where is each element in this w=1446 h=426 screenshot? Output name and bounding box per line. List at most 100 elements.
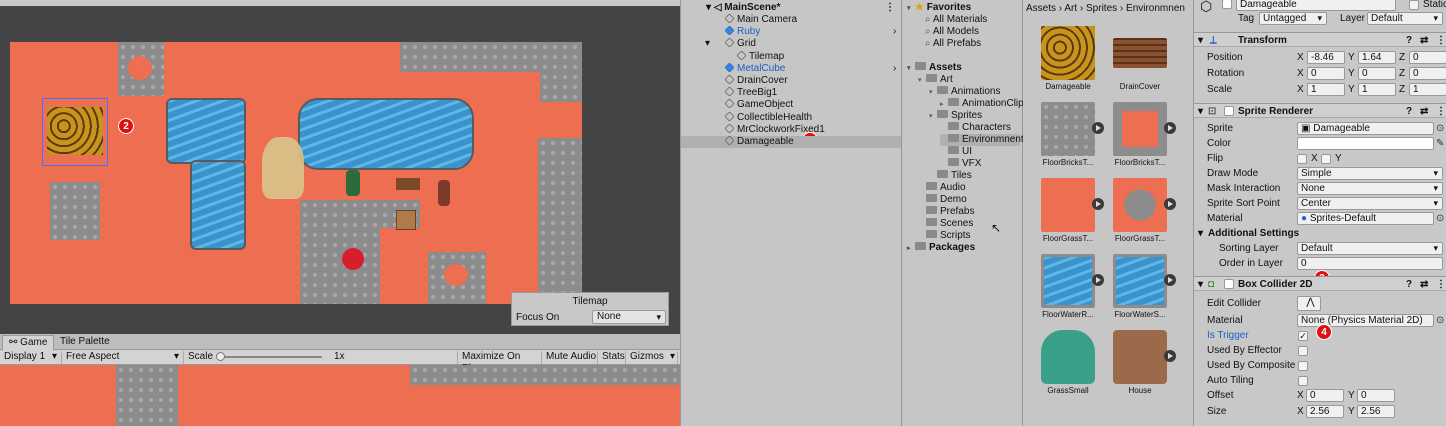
- used-by-composite-checkbox[interactable]: [1298, 361, 1308, 371]
- scale-slider-track[interactable]: [220, 356, 322, 358]
- chevron-right-icon[interactable]: ›: [893, 26, 896, 38]
- game-view[interactable]: [0, 365, 680, 426]
- more-menu-icon[interactable]: ⋮: [1436, 33, 1446, 48]
- favorites-row[interactable]: ▾ ★ Favorites: [907, 2, 971, 14]
- stats-toggle[interactable]: Stats: [598, 351, 626, 364]
- sort-point-dropdown[interactable]: Center: [1297, 197, 1443, 210]
- object-picker-icon[interactable]: ⊙: [1436, 121, 1444, 136]
- asset-folder-item[interactable]: Tiles: [929, 170, 972, 182]
- play-icon[interactable]: [1164, 274, 1176, 286]
- offset-y-field[interactable]: 0: [1357, 389, 1395, 402]
- position-field[interactable]: -8.46: [1307, 51, 1345, 64]
- offset-x-field[interactable]: 0: [1306, 389, 1344, 402]
- asset-thumbnail[interactable]: FloorBricksT...: [1035, 100, 1105, 174]
- object-picker-icon[interactable]: ⊙: [1436, 211, 1444, 226]
- asset-thumbnail[interactable]: FloorGrassT...: [1035, 176, 1105, 250]
- preset-icon[interactable]: ⇄: [1420, 277, 1428, 292]
- object-name-field[interactable]: Damageable: [1236, 0, 1396, 11]
- sorting-layer-dropdown[interactable]: Default: [1297, 242, 1443, 255]
- asset-folder-item[interactable]: Characters: [940, 122, 1011, 134]
- favorite-item[interactable]: ⌕ All Models: [925, 26, 979, 38]
- edit-collider-button[interactable]: ⋀: [1297, 296, 1321, 311]
- chevron-down-icon[interactable]: ▾: [929, 111, 937, 123]
- asset-thumbnail[interactable]: FloorGrassT...: [1107, 176, 1177, 250]
- asset-thumbnail[interactable]: Damageable: [1035, 24, 1105, 98]
- hierarchy-item[interactable]: CollectibleHealth: [681, 111, 901, 124]
- sprite-renderer-enabled-checkbox[interactable]: [1224, 106, 1234, 116]
- favorite-item[interactable]: ⌕ All Prefabs: [925, 38, 981, 50]
- tag-dropdown[interactable]: Untagged: [1259, 12, 1327, 25]
- packages-row[interactable]: ▸ Packages: [907, 242, 975, 254]
- chevron-down-icon[interactable]: ▾: [705, 38, 710, 50]
- play-icon[interactable]: [1164, 198, 1176, 210]
- draw-mode-dropdown[interactable]: Simple: [1297, 167, 1443, 180]
- favorite-item[interactable]: ⌕ All Materials: [925, 14, 987, 26]
- sprite-field[interactable]: ▣ Damageable: [1297, 122, 1434, 135]
- hierarchy-item[interactable]: Damageable: [681, 135, 901, 148]
- asset-folder-item[interactable]: UI: [940, 146, 972, 158]
- asset-folder-item[interactable]: Demo: [918, 194, 967, 206]
- chevron-right-icon[interactable]: ›: [893, 63, 896, 75]
- preset-icon[interactable]: ⇄: [1420, 104, 1428, 119]
- color-swatch[interactable]: [1297, 137, 1434, 150]
- hierarchy-item[interactable]: MetalCube ›: [681, 62, 901, 75]
- scene-root-row[interactable]: ▾ ◁ MainScene* ⋮: [681, 2, 901, 14]
- asset-thumbnail[interactable]: FloorWaterS...: [1107, 252, 1177, 326]
- play-icon[interactable]: [1164, 350, 1176, 362]
- hierarchy-item[interactable]: MrClockworkFixed1: [681, 123, 901, 136]
- position-field[interactable]: 0: [1409, 51, 1446, 64]
- position-field[interactable]: 1.64: [1358, 51, 1396, 64]
- selection-rect[interactable]: [42, 98, 108, 166]
- asset-thumbnail[interactable]: FloorBricksT...: [1107, 100, 1177, 174]
- active-checkbox[interactable]: [1222, 0, 1232, 9]
- asset-folder-item[interactable]: ▾ Sprites: [929, 110, 982, 122]
- hierarchy-item[interactable]: TreeBig1: [681, 86, 901, 99]
- tab-tile-palette[interactable]: Tile Palette: [54, 335, 116, 350]
- asset-thumbnail[interactable]: FloorWaterR...: [1035, 252, 1105, 326]
- play-icon[interactable]: [1092, 274, 1104, 286]
- object-picker-icon[interactable]: ⊙: [1436, 313, 1444, 328]
- scale-field[interactable]: 1: [1358, 83, 1396, 96]
- eyedropper-icon[interactable]: ✎: [1436, 136, 1444, 151]
- play-icon[interactable]: [1092, 122, 1104, 134]
- more-menu-icon[interactable]: ⋮: [1436, 277, 1446, 292]
- help-icon[interactable]: ?: [1406, 33, 1412, 48]
- flip-y-checkbox[interactable]: [1321, 154, 1331, 164]
- sr-material-field[interactable]: ● Sprites-Default: [1297, 212, 1434, 225]
- play-icon[interactable]: [1164, 122, 1176, 134]
- additional-settings-row[interactable]: ▾ Additional Settings: [1194, 226, 1446, 241]
- hierarchy-item[interactable]: Main Camera: [681, 13, 901, 26]
- tilemap-world[interactable]: [10, 42, 582, 304]
- scene-view[interactable]: Tilemap Focus On None: [0, 0, 680, 334]
- asset-folder-item[interactable]: Scenes: [918, 218, 973, 230]
- asset-folder-item[interactable]: VFX: [940, 158, 981, 170]
- transform-header[interactable]: ▾ ⟂ Transform ? ⇄ ⋮: [1194, 32, 1446, 47]
- help-icon[interactable]: ?: [1406, 104, 1412, 119]
- play-icon[interactable]: [1092, 198, 1104, 210]
- order-field[interactable]: 0: [1297, 257, 1443, 270]
- scale-slider-handle[interactable]: [216, 352, 225, 361]
- asset-folder-item[interactable]: Environmnent: [940, 134, 1024, 146]
- asset-folder-item[interactable]: Audio: [918, 182, 966, 194]
- chevron-down-icon[interactable]: ▾: [929, 87, 937, 99]
- hierarchy-item[interactable]: GameObject: [681, 98, 901, 111]
- hierarchy-item[interactable]: Tilemap: [681, 50, 901, 63]
- hierarchy-item[interactable]: Ruby ›: [681, 25, 901, 38]
- more-menu-icon[interactable]: ⋮: [885, 2, 895, 14]
- aspect-dropdown[interactable]: Free Aspect ▾: [62, 351, 184, 364]
- flip-x-checkbox[interactable]: [1297, 154, 1307, 164]
- rotation-field[interactable]: 0: [1307, 67, 1345, 80]
- size-y-field[interactable]: 2.56: [1357, 405, 1395, 418]
- size-x-field[interactable]: 2.56: [1306, 405, 1344, 418]
- more-menu-icon[interactable]: ⋮: [1436, 104, 1446, 119]
- scale-field[interactable]: 1: [1307, 83, 1345, 96]
- layer-dropdown[interactable]: Default: [1367, 12, 1443, 25]
- display-dropdown[interactable]: Display 1 ▾: [0, 351, 62, 364]
- asset-folder-item[interactable]: ▾ Animations: [929, 86, 1000, 98]
- bc-material-field[interactable]: None (Physics Material 2D): [1297, 314, 1434, 327]
- asset-thumbnail[interactable]: DrainCover: [1107, 24, 1177, 98]
- focus-on-dropdown[interactable]: None: [592, 310, 666, 324]
- mute-audio-toggle[interactable]: Mute Audio: [542, 351, 598, 364]
- asset-thumbnail[interactable]: House: [1107, 328, 1177, 402]
- breadcrumb[interactable]: Assets › Art › Sprites › Environmnen: [1026, 3, 1185, 14]
